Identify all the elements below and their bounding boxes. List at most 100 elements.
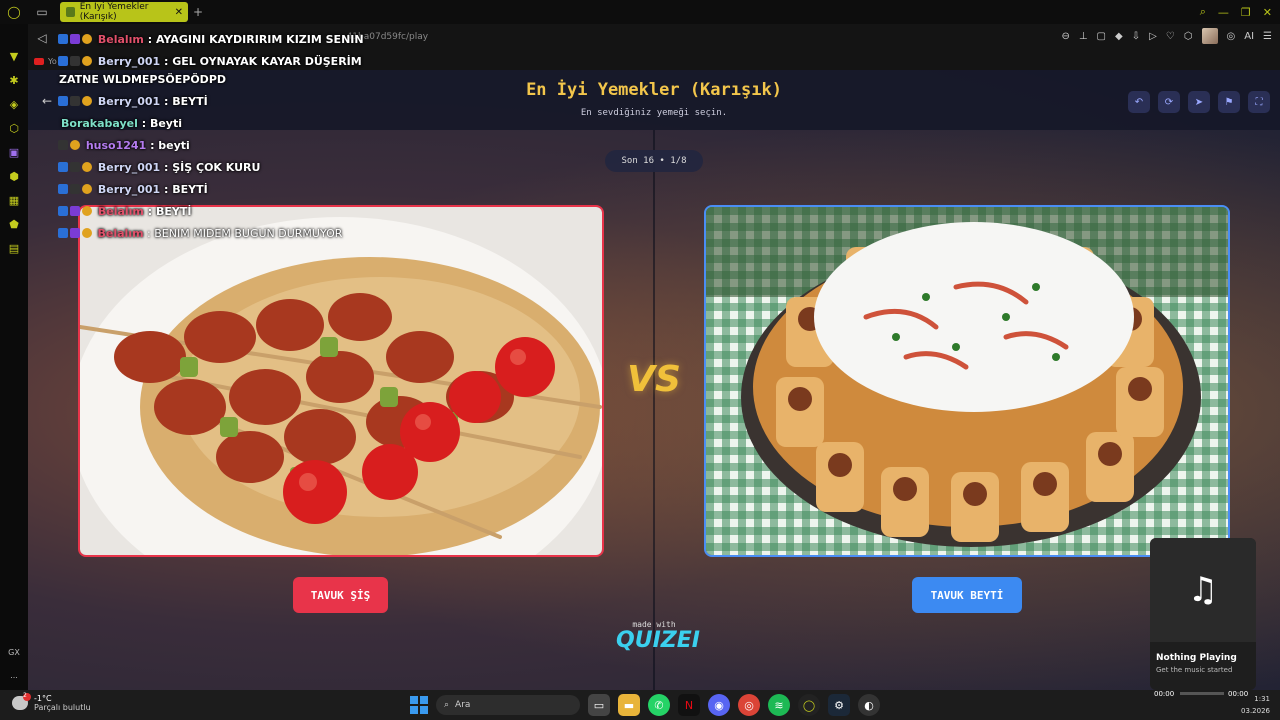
search-icon: ⌕	[444, 700, 450, 710]
chat-message: Berry_001 : ŞİŞ ÇOK KURU	[58, 161, 260, 174]
music-badge-icon	[70, 162, 80, 172]
taskbar-search[interactable]: ⌕ Ara	[436, 695, 580, 715]
tab-active[interactable]: En İyi Yemekler (Karışık) ✕	[60, 2, 188, 22]
round-badge: Son 16 • 1/8	[605, 150, 703, 172]
task-view-icon[interactable]: ▭	[588, 694, 610, 716]
bits-badge-icon	[82, 162, 92, 172]
search-tabs-icon[interactable]: ⌕	[1200, 5, 1206, 19]
weather-widget[interactable]: 2 -1°C Parçalı bulutlu	[12, 692, 91, 712]
download-icon[interactable]: ⇩	[1132, 31, 1140, 42]
chat-text: Beyti	[149, 117, 182, 130]
center-divider	[653, 130, 655, 690]
sidebar-vpn-icon[interactable]: ⬟	[6, 216, 22, 232]
fullscreen-icon[interactable]: ⛶	[1248, 91, 1270, 113]
github-icon[interactable]: ◐	[858, 694, 880, 716]
bookmark-youtube[interactable]: Yo	[48, 57, 57, 66]
heart-icon[interactable]: ♡	[1166, 31, 1175, 42]
chat-message: Berry_001 : BEYTİ	[58, 95, 208, 108]
sidebar-hex-icon[interactable]: ⬢	[6, 168, 22, 184]
chat-user: Belalım	[97, 205, 144, 218]
spotify-icon[interactable]: ≋	[768, 694, 790, 716]
netflix-icon[interactable]: N	[678, 694, 700, 716]
vs-emblem: VS	[627, 359, 681, 400]
player-progress-bar[interactable]	[1180, 692, 1224, 695]
bits-badge-icon	[82, 56, 92, 66]
close-window-icon[interactable]: ✕	[1263, 6, 1272, 19]
menu-icon[interactable]: ☰	[1263, 31, 1272, 42]
back-icon[interactable]: ◁	[28, 26, 56, 50]
tab-menu-icon[interactable]: ▭	[28, 0, 56, 24]
tab-close-icon[interactable]: ✕	[175, 7, 183, 18]
sidebar-limiter-icon[interactable]: ⬡	[6, 120, 22, 136]
new-tab-button[interactable]: +	[188, 5, 208, 19]
chat-message: Borakabayel : Beyti	[61, 117, 182, 130]
chat-user: Borakabayel	[61, 117, 138, 130]
chicken-beyti-photo	[706, 207, 1228, 555]
choose-left-button[interactable]: TAVUK ŞİŞ	[293, 577, 388, 613]
zoom-icon[interactable]: ⊖	[1061, 31, 1069, 42]
chat-message: huso1241 : beyti	[58, 139, 190, 152]
page-subtitle: En sevdiğiniz yemeği seçin.	[580, 108, 728, 118]
player-hint: Get the music started	[1156, 666, 1233, 674]
opera-sidebar: ▼ ✱ ◈ ⬡ ▣ ⬢ ▦ ⬟ ▤ GX ...	[0, 24, 28, 690]
left-choice-image[interactable]	[78, 205, 604, 557]
chat-text: GEL OYNAYAK KAYAR DÜŞERİM	[172, 55, 362, 68]
whatsapp-icon[interactable]: ✆	[648, 694, 670, 716]
play-icon[interactable]: ▷	[1149, 31, 1157, 42]
sub-badge-icon	[70, 228, 80, 238]
chat-message: Berry_001 : GEL OYNAYAK KAYAR DÜŞERİM	[58, 55, 362, 68]
vpn-icon[interactable]: ◎	[1227, 31, 1236, 42]
cube-icon[interactable]: ⬡	[1184, 31, 1193, 42]
snapshot-icon[interactable]: ▢	[1097, 31, 1106, 42]
bits-badge-icon	[70, 140, 80, 150]
weather-desc: Parçalı bulutlu	[34, 703, 91, 712]
made-with-badge[interactable]: made with QUIZEI	[616, 620, 700, 653]
chat-user: Berry_001	[97, 95, 161, 108]
steam-icon[interactable]: ⚙	[828, 694, 850, 716]
chat-user: Berry_001	[97, 161, 161, 174]
chat-user: Berry_001	[97, 183, 161, 196]
right-choice-image[interactable]	[704, 205, 1230, 557]
share-icon[interactable]: ➤	[1188, 91, 1210, 113]
refresh-icon[interactable]: ⟳	[1158, 91, 1180, 113]
sidebar-more-icon[interactable]: ...	[10, 671, 18, 680]
sidebar-gx-label[interactable]: GX	[8, 648, 20, 657]
maximize-icon[interactable]: ❐	[1241, 6, 1251, 19]
minimize-icon[interactable]: —	[1218, 6, 1229, 19]
sidebar-gx-icon[interactable]: ▼	[6, 48, 22, 64]
music-badge-icon	[70, 184, 80, 194]
chat-message: Belalım : BENIM MIDEM BUGUN DURMUYOR	[58, 227, 342, 240]
choose-right-button[interactable]: TAVUK BEYTİ	[912, 577, 1022, 613]
prime-badge-icon	[58, 34, 68, 44]
ai-icon[interactable]: AI	[1244, 31, 1254, 42]
prime-badge-icon	[58, 184, 68, 194]
undo-icon[interactable]: ↶	[1128, 91, 1150, 113]
sidebar-panel-icon[interactable]: ▦	[6, 192, 22, 208]
browser-window: ◯ ▭ En İyi Yemekler (Karışık) ✕ + ⌕ — ❐ …	[0, 0, 1280, 690]
file-explorer-icon[interactable]: ▬	[618, 694, 640, 716]
windows-start-icon[interactable]	[410, 696, 428, 714]
page-back-icon[interactable]: ←	[42, 94, 52, 108]
music-badge-icon	[70, 96, 80, 106]
sidebar-notes-icon[interactable]: ▤	[6, 240, 22, 256]
bits-badge-icon	[82, 228, 92, 238]
window-controls: ⌕ — ❐ ✕	[1200, 0, 1272, 24]
taskbar-search-placeholder: Ara	[455, 700, 471, 710]
pin-icon[interactable]: ⊥	[1079, 31, 1088, 42]
music-player-widget[interactable]: ♫ Nothing Playing Get the music started	[1150, 538, 1256, 690]
notification-count: 2	[23, 692, 27, 699]
discord-icon[interactable]: ◉	[708, 694, 730, 716]
player-total: 00:00	[1228, 690, 1249, 698]
opera-logo-icon[interactable]: ◯	[0, 0, 28, 24]
sidebar-control-icon[interactable]: ✱	[6, 72, 22, 88]
sub-badge-icon	[70, 34, 80, 44]
prime-badge-icon	[58, 228, 68, 238]
report-flag-icon[interactable]: ⚑	[1218, 91, 1240, 113]
opera-gx-icon[interactable]: ◯	[798, 694, 820, 716]
chrome-icon[interactable]: ◎	[738, 694, 760, 716]
sidebar-cleaner-icon[interactable]: ◈	[6, 96, 22, 112]
shield-icon[interactable]: ◆	[1115, 31, 1123, 42]
bits-badge-icon	[82, 184, 92, 194]
sidebar-twitch-icon[interactable]: ▣	[6, 144, 22, 160]
profile-avatar[interactable]	[1201, 28, 1218, 44]
